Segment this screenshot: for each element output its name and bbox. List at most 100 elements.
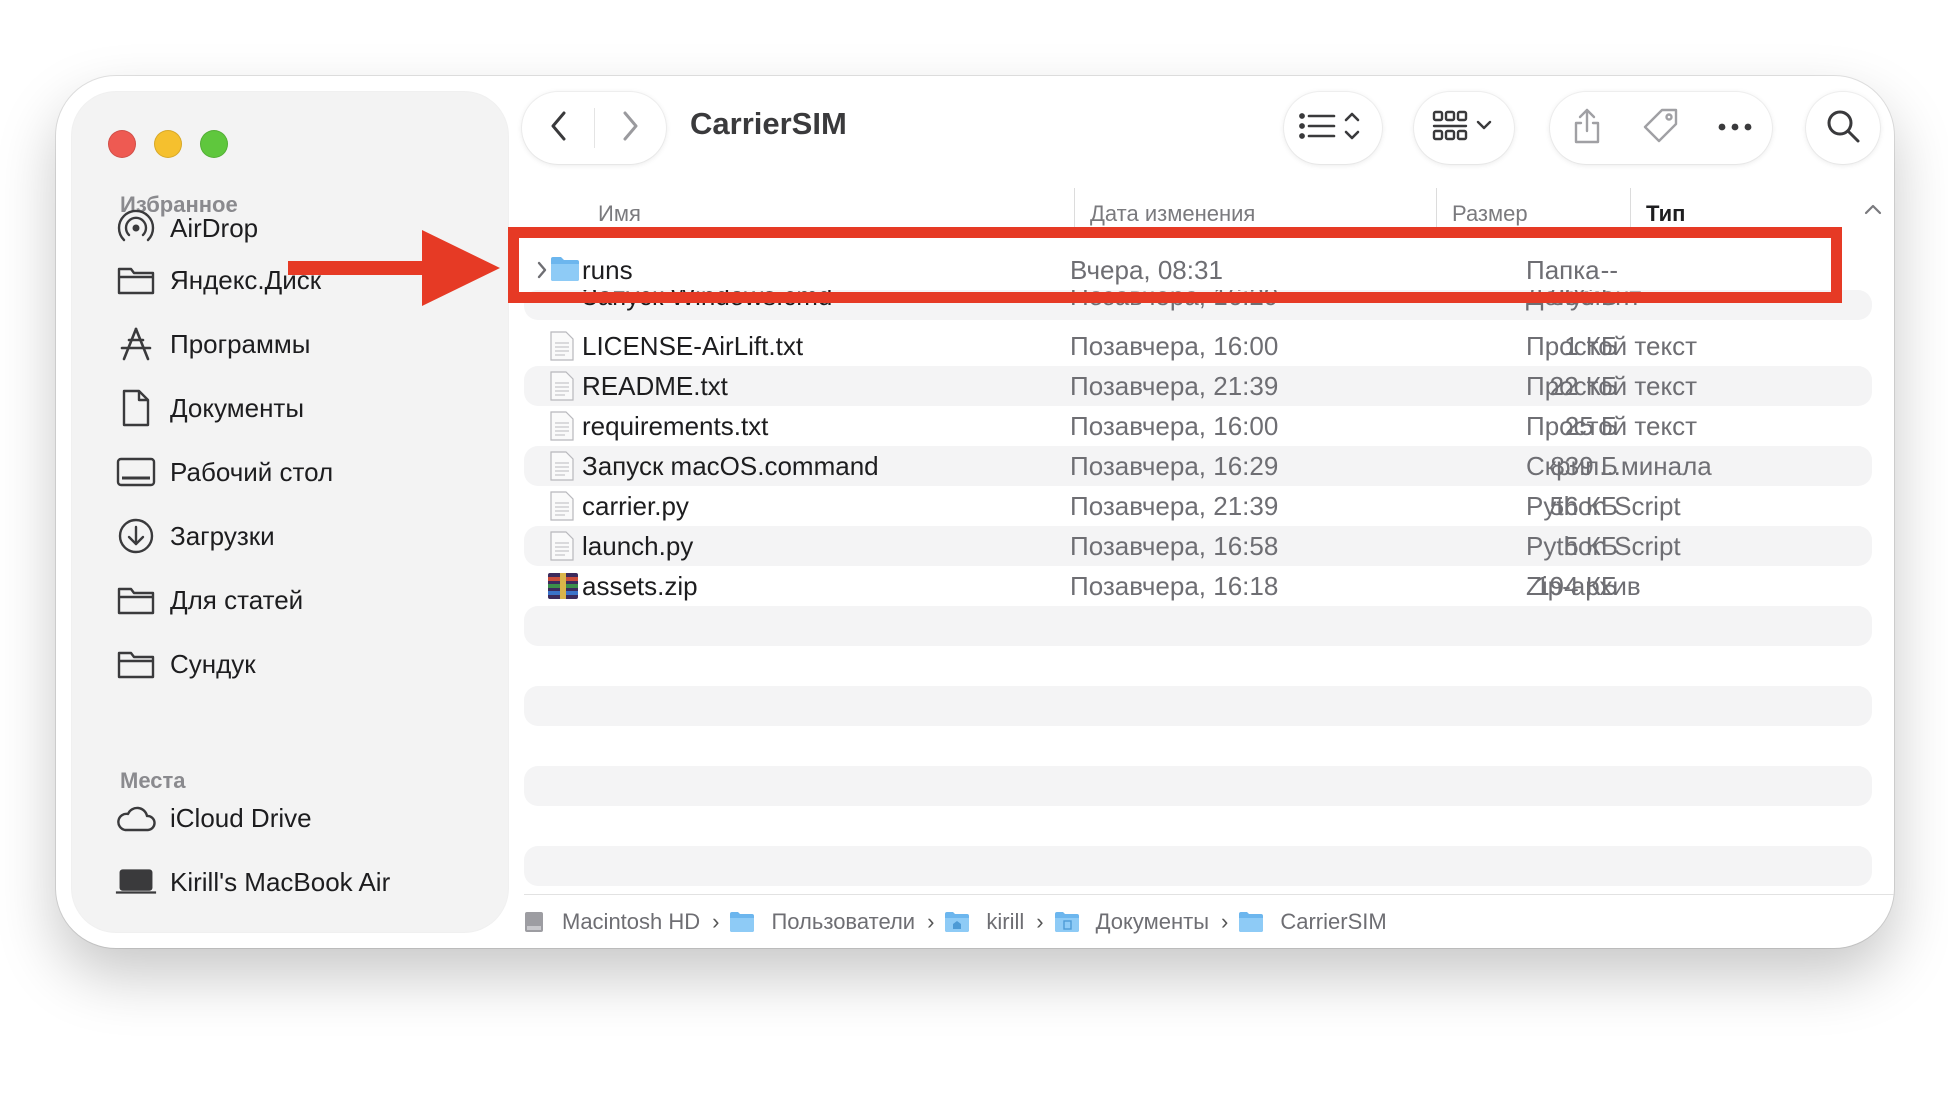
- file-name: assets.zip: [582, 571, 698, 601]
- sidebar-section-locations: Места: [120, 768, 186, 793]
- file-type: Простой текст: [1526, 411, 1698, 441]
- view-mode-button[interactable]: [1284, 92, 1382, 164]
- forward-button[interactable]: [595, 92, 665, 164]
- path-separator-icon: ›: [712, 909, 720, 934]
- back-button[interactable]: [524, 92, 594, 164]
- sidebar-item-label: Программы: [170, 328, 311, 359]
- close-window-button[interactable]: [108, 130, 136, 158]
- file-row-license[interactable]: LICENSE-AirLift.txt Позавчера, 16:00 1 К…: [524, 326, 1872, 366]
- file-name: requirements.txt: [582, 411, 769, 441]
- file-name: LICENSE-AirLift.txt: [582, 331, 804, 361]
- path-item-label: Macintosh HD: [562, 909, 701, 934]
- file-row-readme[interactable]: README.txt Позавчера, 21:39 22 КБ Просто…: [524, 366, 1872, 406]
- file-type: Скрип...минала: [1526, 451, 1712, 481]
- zoom-window-button[interactable]: [200, 130, 228, 158]
- applications-icon: [114, 322, 158, 366]
- sidebar-item-label: Документы: [170, 392, 305, 423]
- tag-icon: [1641, 106, 1681, 151]
- path-item-label: kirill: [986, 909, 1025, 934]
- sidebar-item-applications[interactable]: Программы: [104, 318, 484, 370]
- sidebar-item-downloads[interactable]: Загрузки: [104, 510, 484, 562]
- script-file-icon: [550, 451, 574, 481]
- file-name: README.txt: [582, 371, 728, 401]
- text-file-icon: [550, 411, 574, 441]
- sidebar-item-label: Для статей: [170, 584, 304, 615]
- laptop-icon: [114, 860, 158, 904]
- home-folder-icon: [944, 911, 978, 933]
- cloud-icon: [114, 796, 158, 840]
- file-date: Позавчера, 21:39: [1070, 371, 1279, 401]
- disk-icon: [524, 911, 552, 933]
- sidebar-item-documents[interactable]: Документы: [104, 382, 484, 434]
- file-date: Позавчера, 16:00: [1070, 331, 1279, 361]
- folder-icon: [114, 258, 158, 302]
- file-row-launch-py[interactable]: launch.py Позавчера, 16:58 5 КБ Python S…: [524, 526, 1872, 566]
- actions-group: [1550, 92, 1772, 164]
- file-row-assets-zip[interactable]: assets.zip Позавчера, 16:18 194 КБ Zip-а…: [524, 566, 1872, 606]
- path-separator-icon: ›: [1036, 909, 1044, 934]
- file-type: Zip-архив: [1526, 571, 1641, 601]
- search-icon: [1825, 108, 1861, 149]
- path-separator-icon: ›: [927, 909, 935, 934]
- file-date: Позавчера, 16:18: [1070, 571, 1279, 601]
- more-button[interactable]: [1698, 92, 1772, 164]
- grid-group-icon: [1432, 108, 1496, 149]
- text-file-icon: [550, 331, 574, 361]
- sidebar-item-chest[interactable]: Сундук: [104, 638, 484, 690]
- file-row-macos-command[interactable]: Запуск macOS.command Позавчера, 16:29 83…: [524, 446, 1872, 486]
- file-type: Python Script: [1526, 531, 1681, 561]
- zip-archive-icon: [548, 573, 578, 599]
- file-type: Python Script: [1526, 491, 1681, 521]
- share-button[interactable]: [1550, 92, 1624, 164]
- file-row-requirements[interactable]: requirements.txt Позавчера, 16:00 25 Б П…: [524, 406, 1872, 446]
- ellipsis-icon: [1718, 119, 1752, 137]
- file-row-carrier-py[interactable]: carrier.py Позавчера, 21:39 56 КБ Python…: [524, 486, 1872, 526]
- path-item-carriersim[interactable]: CarrierSIM: [1238, 909, 1387, 935]
- folder-icon: [114, 642, 158, 686]
- empty-row: [524, 846, 1872, 886]
- path-item-label: CarrierSIM: [1280, 909, 1387, 934]
- path-item-kirill[interactable]: kirill: [944, 909, 1024, 935]
- sidebar-item-macbook[interactable]: Kirill's MacBook Air: [104, 856, 484, 908]
- sidebar-item-label: Рабочий стол: [170, 456, 334, 487]
- file-name: carrier.py: [582, 491, 689, 521]
- annotation-arrow-icon: [288, 230, 500, 311]
- path-separator-icon: ›: [1221, 909, 1229, 934]
- sidebar-item-label: iCloud Drive: [170, 802, 312, 833]
- file-date: Позавчера, 16:58: [1070, 531, 1279, 561]
- folder-icon: [729, 911, 763, 933]
- sidebar-item-desktop[interactable]: Рабочий стол: [104, 446, 484, 498]
- python-file-icon: [550, 531, 574, 561]
- path-item-users[interactable]: Пользователи: [729, 909, 915, 935]
- search-button[interactable]: [1806, 92, 1880, 164]
- chevron-left-icon: [549, 110, 569, 147]
- sidebar-item-label: Сундук: [170, 648, 256, 679]
- sidebar-item-label: Kirill's MacBook Air: [170, 866, 391, 897]
- file-date: Позавчера, 21:39: [1070, 491, 1279, 521]
- folder-icon: [1054, 911, 1088, 933]
- python-file-icon: [550, 491, 574, 521]
- path-item-label: Документы: [1095, 909, 1210, 934]
- file-date: Позавчера, 16:00: [1070, 411, 1279, 441]
- empty-row: [524, 686, 1872, 726]
- finder-window: Избранное AirDrop Яндекс.Диск Программы …: [56, 76, 1894, 948]
- sort-ascending-icon[interactable]: [1864, 202, 1882, 221]
- minimize-window-button[interactable]: [154, 130, 182, 158]
- file-name: launch.py: [582, 531, 694, 561]
- folder-icon: [114, 578, 158, 622]
- path-bar: Macintosh HD › Пользователи › kirill › Д…: [524, 894, 1894, 948]
- path-item-macintosh-hd[interactable]: Macintosh HD: [524, 909, 700, 935]
- sidebar-item-articles[interactable]: Для статей: [104, 574, 484, 626]
- folder-icon: [1238, 911, 1272, 933]
- list-view-icon: [1296, 108, 1370, 149]
- tag-button[interactable]: [1624, 92, 1698, 164]
- path-item-documents[interactable]: Документы: [1054, 909, 1209, 935]
- downloads-icon: [114, 514, 158, 558]
- path-item-label: Пользователи: [771, 909, 916, 934]
- document-icon: [114, 386, 158, 430]
- sidebar-item-label: Загрузки: [170, 520, 275, 551]
- sidebar-item-icloud-drive[interactable]: iCloud Drive: [104, 792, 484, 844]
- desktop-icon: [114, 450, 158, 494]
- sidebar: Избранное AirDrop Яндекс.Диск Программы …: [72, 92, 508, 932]
- group-button[interactable]: [1414, 92, 1514, 164]
